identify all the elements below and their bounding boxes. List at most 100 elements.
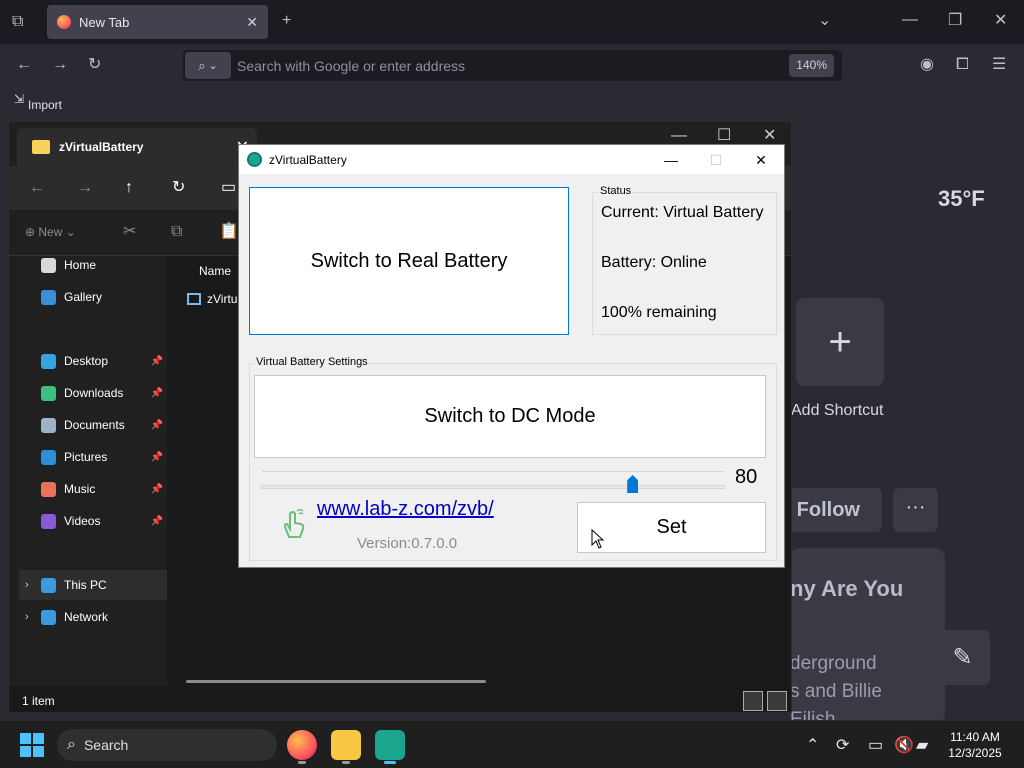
minimize-icon[interactable]: —	[671, 128, 687, 144]
switch-real-battery-button[interactable]: Switch to Real Battery	[249, 187, 569, 335]
close-window-icon[interactable]: ✕	[739, 149, 783, 171]
running-indicator	[298, 761, 306, 764]
battery-level-slider[interactable]	[261, 485, 725, 489]
explorer-tab[interactable]: zVirtualBattery ✕	[17, 128, 257, 166]
follow-button[interactable]: Follow	[782, 488, 882, 532]
news-line-1: derground	[790, 653, 877, 674]
sidebar-item-label: Pictures	[64, 450, 108, 464]
display-icon[interactable]: ▭	[868, 735, 883, 755]
back-icon[interactable]: ←	[29, 180, 45, 196]
firefox-icon	[57, 15, 71, 29]
taskbar-search-box[interactable]: ⌕ Search	[57, 729, 277, 761]
reload-icon[interactable]: ↻	[88, 57, 101, 73]
sidebar-item-documents[interactable]: Documents 📌	[19, 410, 167, 440]
sidebar-item-gallery[interactable]: Gallery	[19, 282, 167, 312]
website-link[interactable]: www.lab-z.com/zvb/	[317, 498, 494, 521]
maximize-icon[interactable]: ☐	[717, 128, 731, 144]
import-bookmarks-link[interactable]: ⇲ Import bookmarks...	[14, 92, 97, 126]
zoom-indicator[interactable]: 140%	[789, 54, 834, 77]
up-icon[interactable]: ↑	[125, 180, 133, 196]
sidebar-item-label: Desktop	[64, 354, 109, 368]
sync-icon[interactable]: ⟳	[836, 735, 849, 755]
copy-icon[interactable]: ⧉	[171, 224, 182, 240]
address-bar[interactable]: ⌕ ⌄ Search with Google or enter address …	[183, 50, 842, 81]
windows-start-icon[interactable]	[20, 733, 44, 757]
new-tab-icon[interactable]: +	[282, 13, 291, 29]
edit-pencil-button[interactable]: ✎	[935, 630, 990, 685]
details-view-button[interactable]	[743, 691, 763, 711]
search-engine-selector[interactable]: ⌕ ⌄	[185, 52, 231, 79]
version-label: Version:0.7.0.0	[357, 535, 458, 552]
news-line-2: s and Billie	[790, 681, 882, 702]
sidebar-item-desktop[interactable]: Desktop 📌	[19, 346, 167, 376]
clock-date: 12/3/2025	[948, 746, 1002, 760]
sidebar-item-this-pc[interactable]: › This PC	[19, 570, 167, 600]
switch-dc-mode-button[interactable]: Switch to DC Mode	[254, 375, 766, 458]
cut-icon[interactable]: ✂	[123, 224, 136, 240]
slider-ticks	[263, 471, 723, 475]
weather-temperature[interactable]: 35°F	[938, 186, 985, 212]
pencil-icon: ✎	[952, 644, 973, 671]
column-header-name[interactable]: Name	[199, 264, 231, 278]
forward-icon[interactable]: →	[77, 180, 93, 196]
network-icon	[41, 609, 56, 625]
dialog-title-bar[interactable]: zVirtualBattery — ☐ ✕	[239, 145, 784, 174]
account-icon[interactable]: ◉	[920, 57, 934, 73]
close-window-icon[interactable]: ✕	[994, 13, 1007, 29]
close-window-icon[interactable]: ✕	[763, 128, 776, 144]
status-current: Current: Virtual Battery	[601, 204, 764, 221]
sidebar-item-home[interactable]: Home	[19, 250, 167, 280]
more-options-button[interactable]: ···	[893, 488, 938, 532]
music-icon	[41, 481, 56, 497]
minimize-icon[interactable]: —	[649, 149, 693, 171]
mouse-cursor-icon	[591, 529, 604, 549]
search-icon: ⌕	[67, 736, 76, 753]
chevron-right-icon[interactable]: ›	[25, 611, 29, 623]
sidebar-item-label: Home	[64, 258, 97, 272]
browser-tab[interactable]: New Tab ✕	[47, 5, 268, 39]
sidebar-item-downloads[interactable]: Downloads 📌	[19, 378, 167, 408]
sidebar-item-network[interactable]: › Network	[19, 602, 167, 632]
chevron-up-icon[interactable]: ⌃	[806, 735, 819, 755]
refresh-icon[interactable]: ↻	[172, 180, 185, 196]
forward-icon[interactable]: →	[52, 57, 68, 73]
active-indicator	[384, 761, 396, 764]
file-explorer-taskbar-icon[interactable]	[331, 730, 361, 760]
firefox-taskbar-icon[interactable]	[287, 730, 317, 760]
file-row[interactable]: zVirtu	[187, 292, 237, 306]
chevron-right-icon[interactable]: ›	[25, 579, 29, 591]
sidebar-item-pictures[interactable]: Pictures 📌	[19, 442, 167, 472]
add-shortcut-button[interactable]: +	[796, 298, 884, 386]
tab-list-icon[interactable]: ⧉	[12, 14, 23, 30]
pictures-icon	[41, 449, 56, 465]
maximize-icon[interactable]: ❐	[948, 13, 962, 29]
explorer-tab-title: zVirtualBattery	[59, 140, 144, 154]
close-tab-icon[interactable]: ✕	[246, 14, 258, 31]
slider-value: 80	[735, 466, 758, 488]
sidebar-item-videos[interactable]: Videos 📌	[19, 506, 167, 536]
minimize-icon[interactable]: —	[902, 12, 918, 28]
set-button[interactable]: Set	[577, 502, 766, 553]
tiles-view-button[interactable]	[767, 691, 787, 711]
taskbar-clock[interactable]: 11:40 AM 12/3/2025	[940, 729, 1010, 761]
videos-icon	[41, 513, 56, 529]
sidebar-item-label: Videos	[64, 514, 101, 528]
zvirtualbattery-taskbar-icon[interactable]	[375, 730, 405, 760]
pin-icon: 📌	[150, 515, 163, 527]
battery-icon[interactable]: ▰	[916, 735, 928, 755]
extensions-icon[interactable]: ⧠	[956, 57, 969, 73]
tap-hand-icon	[283, 508, 305, 538]
back-icon[interactable]: ←	[16, 57, 32, 73]
menu-icon[interactable]: ☰	[992, 57, 1006, 73]
sidebar-item-label: This PC	[64, 578, 107, 592]
gallery-icon	[41, 289, 56, 305]
search-icon: ⌕	[198, 57, 206, 73]
new-button[interactable]: ⊕ New ⌄	[25, 226, 76, 238]
volume-muted-icon[interactable]: 🔇	[894, 735, 914, 755]
file-name: zVirtu	[207, 292, 238, 306]
horizontal-scrollbar[interactable]	[186, 680, 486, 683]
chevron-down-icon[interactable]: ⌄	[818, 13, 831, 29]
view-pc-icon[interactable]: ▭	[221, 180, 236, 196]
paste-icon[interactable]: 📋	[219, 224, 239, 240]
sidebar-item-music[interactable]: Music 📌	[19, 474, 167, 504]
